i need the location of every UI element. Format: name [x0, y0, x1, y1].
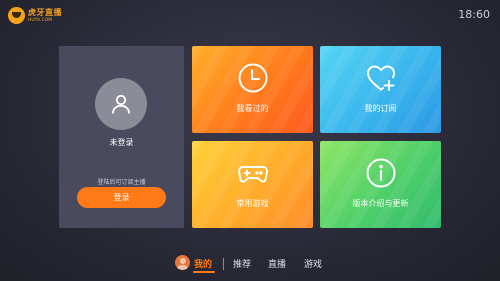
- login-hint: 登陆后可订阅主播: [97, 179, 146, 186]
- tile-games-label: 常用游戏: [236, 199, 269, 208]
- nav-item-live[interactable]: 直播: [268, 257, 286, 270]
- logo-text: 虎牙直播: [28, 8, 62, 17]
- tile-version-info[interactable]: 版本介绍与更新: [320, 141, 441, 228]
- gamepad-icon: [237, 166, 268, 183]
- heart-plus-icon: [366, 65, 395, 91]
- tile-history[interactable]: 我看过的: [192, 46, 313, 133]
- clock: 18:60: [458, 8, 490, 21]
- tile-history-label: 我看过的: [236, 104, 269, 113]
- tile-subscriptions-label: 我的订阅: [364, 104, 397, 113]
- info-icon: [366, 158, 395, 188]
- clock-icon: [238, 63, 267, 93]
- nav-item-recommend[interactable]: 推荐: [233, 257, 251, 270]
- nav-item-games[interactable]: 游戏: [304, 257, 322, 270]
- user-icon: [112, 94, 130, 114]
- tile-version-info-label: 版本介绍与更新: [352, 199, 409, 208]
- tile-games[interactable]: 常用游戏: [192, 141, 313, 228]
- user-name: 未登录: [109, 138, 134, 147]
- nav-item-mine[interactable]: 我的: [194, 257, 212, 270]
- nav-active-underline: [193, 271, 215, 273]
- tile-subscriptions[interactable]: 我的订阅: [320, 46, 441, 133]
- bottom-nav: 我的 推荐 直播 游戏: [0, 254, 500, 274]
- logo-mascot-icon: [8, 7, 25, 24]
- logo-subtext: HUYA.COM: [28, 18, 53, 23]
- user-avatar[interactable]: [95, 78, 147, 130]
- user-panel: 未登录 登陆后可订阅主播 登录: [59, 46, 184, 228]
- app-logo: 虎牙直播 HUYA.COM: [8, 6, 66, 26]
- login-button[interactable]: 登录: [77, 187, 166, 208]
- nav-avatar-icon: [175, 255, 190, 270]
- nav-divider: [223, 258, 224, 270]
